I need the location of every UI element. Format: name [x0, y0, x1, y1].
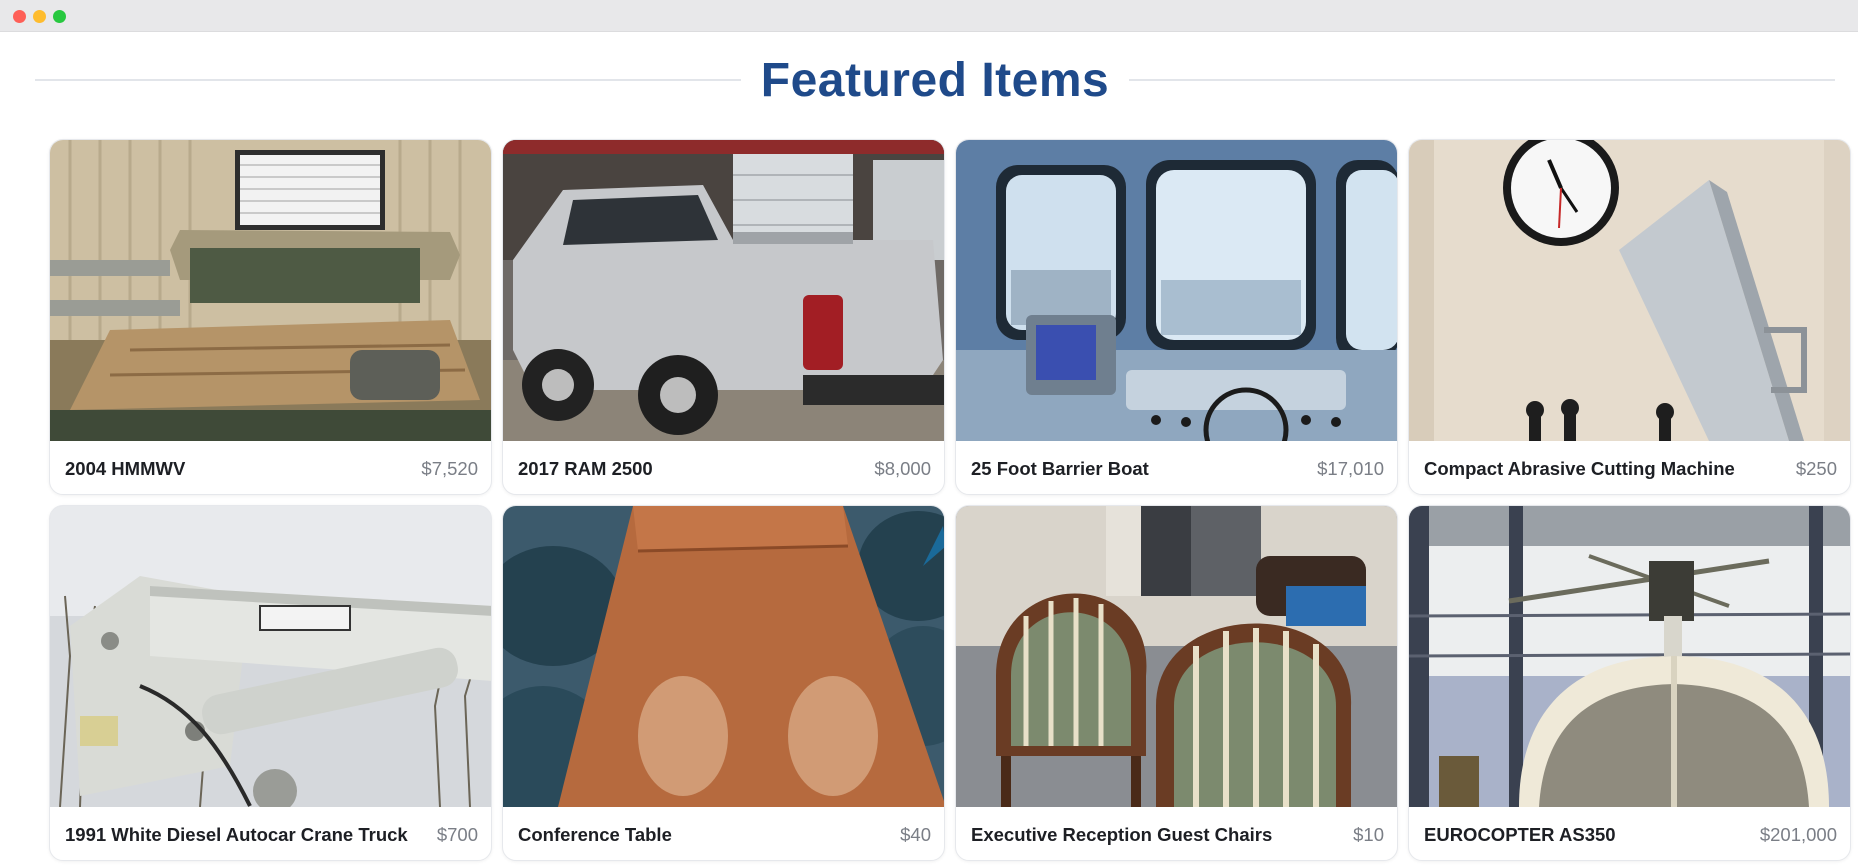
divider-left [35, 79, 741, 81]
item-title[interactable]: 2017 RAM 2500 [518, 458, 653, 480]
item-price: $10 [1353, 823, 1384, 845]
item-info: 1991 White Diesel Autocar Crane Truck $7… [50, 807, 491, 860]
item-card[interactable]: 2004 HMMWV $7,520 [49, 139, 492, 495]
section-header: Featured Items [35, 48, 1835, 112]
item-card[interactable]: 25 Foot Barrier Boat $17,010 [955, 139, 1398, 495]
item-title[interactable]: 25 Foot Barrier Boat [971, 458, 1149, 480]
close-window-button[interactable] [13, 10, 26, 23]
window-titlebar [0, 0, 1858, 32]
item-price: $201,000 [1759, 823, 1837, 845]
item-info: 2004 HMMWV $7,520 [50, 441, 491, 494]
item-price: $700 [436, 823, 478, 845]
item-price: $17,010 [1317, 457, 1384, 479]
item-price: $7,520 [421, 457, 478, 479]
item-card[interactable]: Compact Abrasive Cutting Machine $250 [1408, 139, 1851, 495]
maximize-window-button[interactable] [53, 10, 66, 23]
item-card[interactable]: 2017 RAM 2500 $8,000 [502, 139, 945, 495]
item-info: 25 Foot Barrier Boat $17,010 [956, 441, 1397, 494]
section-title: Featured Items [760, 53, 1110, 107]
featured-items-grid: 2004 HMMWV $7,520 2017 RAM 2500 $8,000 2… [49, 139, 1851, 861]
hmmwv-photo[interactable] [50, 140, 491, 441]
boat-cabin-photo[interactable] [956, 140, 1397, 441]
item-info: 2017 RAM 2500 $8,000 [503, 441, 944, 494]
pickup-truck-photo[interactable] [503, 140, 944, 441]
item-info: Conference Table $40 [503, 807, 944, 860]
item-title[interactable]: EUROCOPTER AS350 [1424, 824, 1616, 846]
divider-right [1129, 79, 1835, 81]
item-price: $8,000 [874, 457, 931, 479]
item-info: EUROCOPTER AS350 $201,000 [1409, 807, 1850, 860]
item-info: Compact Abrasive Cutting Machine $250 [1409, 441, 1850, 494]
item-card[interactable]: 1991 White Diesel Autocar Crane Truck $7… [49, 505, 492, 861]
guest-chairs-photo[interactable] [956, 506, 1397, 807]
helicopter-photo[interactable] [1409, 506, 1850, 807]
item-price: $40 [900, 823, 931, 845]
item-card[interactable]: Executive Reception Guest Chairs $10 [955, 505, 1398, 861]
crane-truck-photo[interactable] [50, 506, 491, 807]
item-title[interactable]: Executive Reception Guest Chairs [971, 824, 1272, 846]
conference-table-photo[interactable] [503, 506, 944, 807]
item-card[interactable]: EUROCOPTER AS350 $201,000 [1408, 505, 1851, 861]
cutting-machine-photo[interactable] [1409, 140, 1850, 441]
item-title[interactable]: Compact Abrasive Cutting Machine [1424, 458, 1735, 480]
item-title[interactable]: 2004 HMMWV [65, 458, 185, 480]
item-title[interactable]: 1991 White Diesel Autocar Crane Truck [65, 824, 408, 846]
item-info: Executive Reception Guest Chairs $10 [956, 807, 1397, 860]
item-price: $250 [1795, 457, 1837, 479]
item-title[interactable]: Conference Table [518, 824, 672, 846]
item-card[interactable]: Conference Table $40 [502, 505, 945, 861]
minimize-window-button[interactable] [33, 10, 46, 23]
